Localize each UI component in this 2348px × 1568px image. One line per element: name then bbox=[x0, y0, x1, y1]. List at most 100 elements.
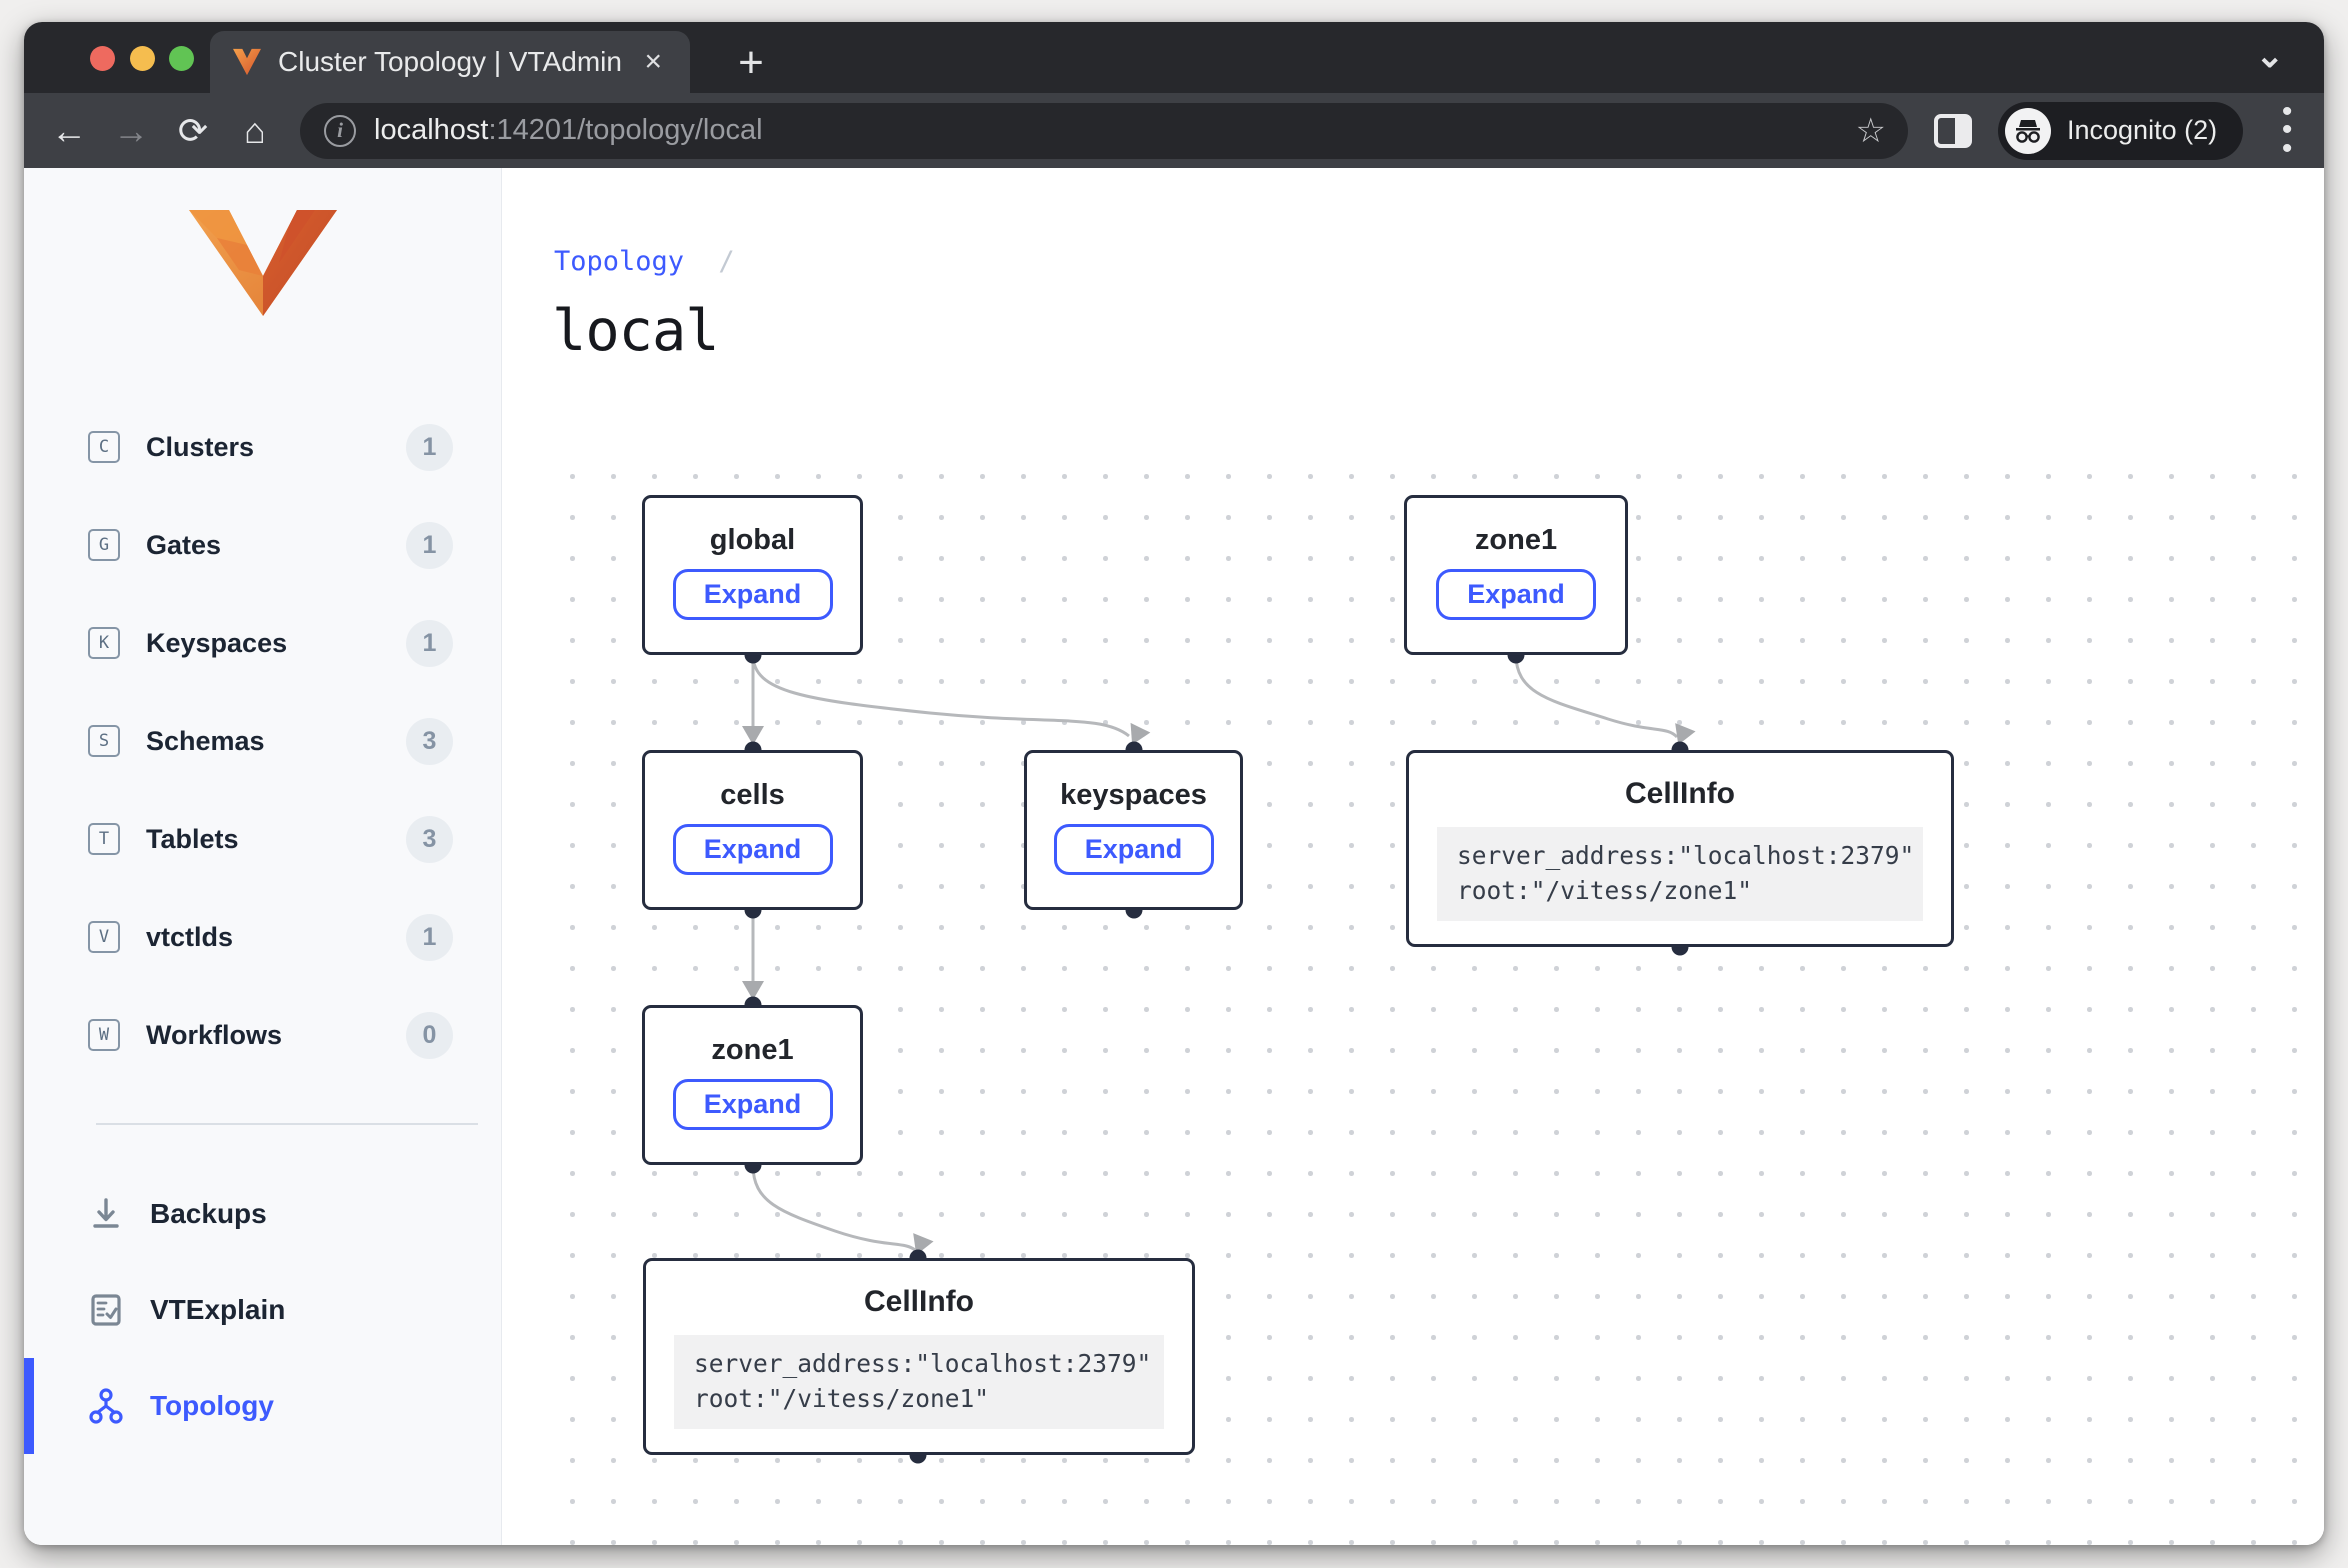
breadcrumb: Topology / bbox=[554, 246, 735, 277]
sidebar-item-tablets[interactable]: T Tablets 3 bbox=[24, 790, 501, 888]
node-zone1-top[interactable]: zone1 Expand bbox=[1404, 495, 1628, 655]
back-icon[interactable]: ← bbox=[38, 110, 100, 152]
topology-icon bbox=[86, 1386, 126, 1426]
code-line: server_address:"localhost:2379" bbox=[1457, 839, 1903, 874]
url-text: localhost:14201/topology/local bbox=[374, 114, 763, 147]
sidebar-item-gates[interactable]: G Gates 1 bbox=[24, 496, 501, 594]
count-badge: 3 bbox=[406, 816, 453, 863]
url-host: localhost bbox=[374, 114, 488, 146]
url-bar[interactable]: i localhost:14201/topology/local ☆ bbox=[300, 103, 1908, 159]
sidebar-item-label: Keyspaces bbox=[146, 628, 287, 659]
node-title: CellInfo bbox=[646, 1285, 1192, 1319]
vtexplain-icon bbox=[86, 1290, 126, 1330]
sidebar-item-topology[interactable]: Topology bbox=[24, 1358, 501, 1454]
count-badge: 1 bbox=[406, 522, 453, 569]
sidebar-nav: C Clusters 1 G Gates 1 K Keyspaces 1 S S… bbox=[24, 398, 501, 1084]
reload-icon[interactable]: ⟳ bbox=[162, 110, 224, 152]
node-cellinfo-bottom[interactable]: CellInfo server_address:"localhost:2379"… bbox=[643, 1258, 1195, 1455]
count-badge: 1 bbox=[406, 620, 453, 667]
browser-tab[interactable]: Cluster Topology | VTAdmin × bbox=[210, 31, 690, 93]
node-zone1-lower[interactable]: zone1 Expand bbox=[642, 1005, 863, 1165]
sidebar-item-label: Tablets bbox=[146, 824, 239, 855]
forward-icon[interactable]: → bbox=[100, 110, 162, 152]
sidebar-item-label: Backups bbox=[150, 1198, 267, 1230]
browser-window: Cluster Topology | VTAdmin × + ⌄ ← → ⟳ ⌂… bbox=[24, 22, 2324, 1545]
node-title: zone1 bbox=[1407, 524, 1625, 557]
sidebar-item-label: Gates bbox=[146, 530, 221, 561]
node-cellinfo-right[interactable]: CellInfo server_address:"localhost:2379"… bbox=[1406, 750, 1954, 947]
cellinfo-code: server_address:"localhost:2379"root:"/vi… bbox=[1437, 827, 1923, 921]
sidebar-item-label: vtctlds bbox=[146, 922, 233, 953]
sidebar-item-label: Clusters bbox=[146, 432, 254, 463]
browser-menu-icon[interactable]: ••• bbox=[2267, 103, 2307, 159]
node-keyspaces[interactable]: keyspaces Expand bbox=[1024, 750, 1243, 910]
sidebar-tools: Backups VTExplain bbox=[24, 1166, 501, 1454]
expand-button[interactable]: Expand bbox=[1054, 824, 1214, 875]
vitess-favicon bbox=[232, 48, 262, 76]
topology-canvas[interactable]: global Expand zone1 Expand cells Expand … bbox=[540, 440, 2324, 1545]
keyspaces-icon: K bbox=[88, 627, 120, 659]
sidebar: C Clusters 1 G Gates 1 K Keyspaces 1 S S… bbox=[24, 168, 502, 1545]
node-global[interactable]: global Expand bbox=[642, 495, 863, 655]
node-title: global bbox=[645, 524, 860, 557]
cellinfo-code: server_address:"localhost:2379"root:"/vi… bbox=[674, 1335, 1164, 1429]
bookmark-star-icon[interactable]: ☆ bbox=[1856, 111, 1886, 151]
browser-toolbar: ← → ⟳ ⌂ i localhost:14201/topology/local… bbox=[24, 93, 2324, 168]
gates-icon: G bbox=[88, 529, 120, 561]
download-icon bbox=[86, 1194, 126, 1234]
clusters-icon: C bbox=[88, 431, 120, 463]
page-title: local bbox=[552, 298, 719, 364]
count-badge: 1 bbox=[406, 424, 453, 471]
sidebar-item-vtctlds[interactable]: V vtctlds 1 bbox=[24, 888, 501, 986]
count-badge: 1 bbox=[406, 914, 453, 961]
code-line: server_address:"localhost:2379" bbox=[694, 1347, 1144, 1382]
chevron-down-icon[interactable]: ⌄ bbox=[2256, 36, 2285, 76]
active-nav-indicator bbox=[24, 1358, 34, 1454]
schemas-icon: S bbox=[88, 725, 120, 757]
node-title: cells bbox=[645, 779, 860, 812]
vitess-logo bbox=[187, 208, 339, 318]
tab-title: Cluster Topology | VTAdmin bbox=[278, 46, 622, 78]
count-badge: 0 bbox=[406, 1012, 453, 1059]
sidebar-item-backups[interactable]: Backups bbox=[24, 1166, 501, 1262]
node-title: keyspaces bbox=[1027, 779, 1240, 812]
count-badge: 3 bbox=[406, 718, 453, 765]
new-tab-button[interactable]: + bbox=[724, 36, 778, 90]
sidebar-item-label: VTExplain bbox=[150, 1294, 285, 1326]
breadcrumb-topology-link[interactable]: Topology bbox=[554, 246, 684, 277]
close-window-button[interactable] bbox=[90, 46, 115, 71]
incognito-badge[interactable]: Incognito (2) bbox=[1998, 102, 2243, 160]
expand-button[interactable]: Expand bbox=[673, 569, 833, 620]
code-line: root:"/vitess/zone1" bbox=[1457, 874, 1903, 909]
node-title: CellInfo bbox=[1409, 777, 1951, 811]
sidebar-item-keyspaces[interactable]: K Keyspaces 1 bbox=[24, 594, 501, 692]
url-path: :14201/topology/local bbox=[488, 114, 762, 146]
sidebar-item-vtexplain[interactable]: VTExplain bbox=[24, 1262, 501, 1358]
main-content: Topology / local bbox=[502, 168, 2324, 1545]
sidebar-item-schemas[interactable]: S Schemas 3 bbox=[24, 692, 501, 790]
workflows-icon: W bbox=[88, 1019, 120, 1051]
fullscreen-window-button[interactable] bbox=[169, 46, 194, 71]
code-line: root:"/vitess/zone1" bbox=[694, 1382, 1144, 1417]
incognito-icon bbox=[2005, 108, 2051, 154]
sidebar-item-label: Topology bbox=[150, 1390, 274, 1422]
home-icon[interactable]: ⌂ bbox=[224, 110, 286, 152]
info-icon[interactable]: i bbox=[324, 115, 356, 147]
expand-button[interactable]: Expand bbox=[673, 824, 833, 875]
expand-button[interactable]: Expand bbox=[673, 1079, 833, 1130]
node-title: zone1 bbox=[645, 1034, 860, 1067]
tablets-icon: T bbox=[88, 823, 120, 855]
sidebar-divider bbox=[96, 1123, 478, 1125]
sidebar-item-clusters[interactable]: C Clusters 1 bbox=[24, 398, 501, 496]
vtadmin-app: C Clusters 1 G Gates 1 K Keyspaces 1 S S… bbox=[24, 168, 2324, 1545]
close-tab-icon[interactable]: × bbox=[638, 47, 668, 77]
side-panel-icon[interactable] bbox=[1934, 114, 1972, 148]
sidebar-item-label: Workflows bbox=[146, 1020, 282, 1051]
minimize-window-button[interactable] bbox=[130, 46, 155, 71]
node-cells[interactable]: cells Expand bbox=[642, 750, 863, 910]
vtctlds-icon: V bbox=[88, 921, 120, 953]
sidebar-item-label: Schemas bbox=[146, 726, 265, 757]
expand-button[interactable]: Expand bbox=[1436, 569, 1596, 620]
sidebar-item-workflows[interactable]: W Workflows 0 bbox=[24, 986, 501, 1084]
incognito-label: Incognito (2) bbox=[2067, 115, 2217, 146]
